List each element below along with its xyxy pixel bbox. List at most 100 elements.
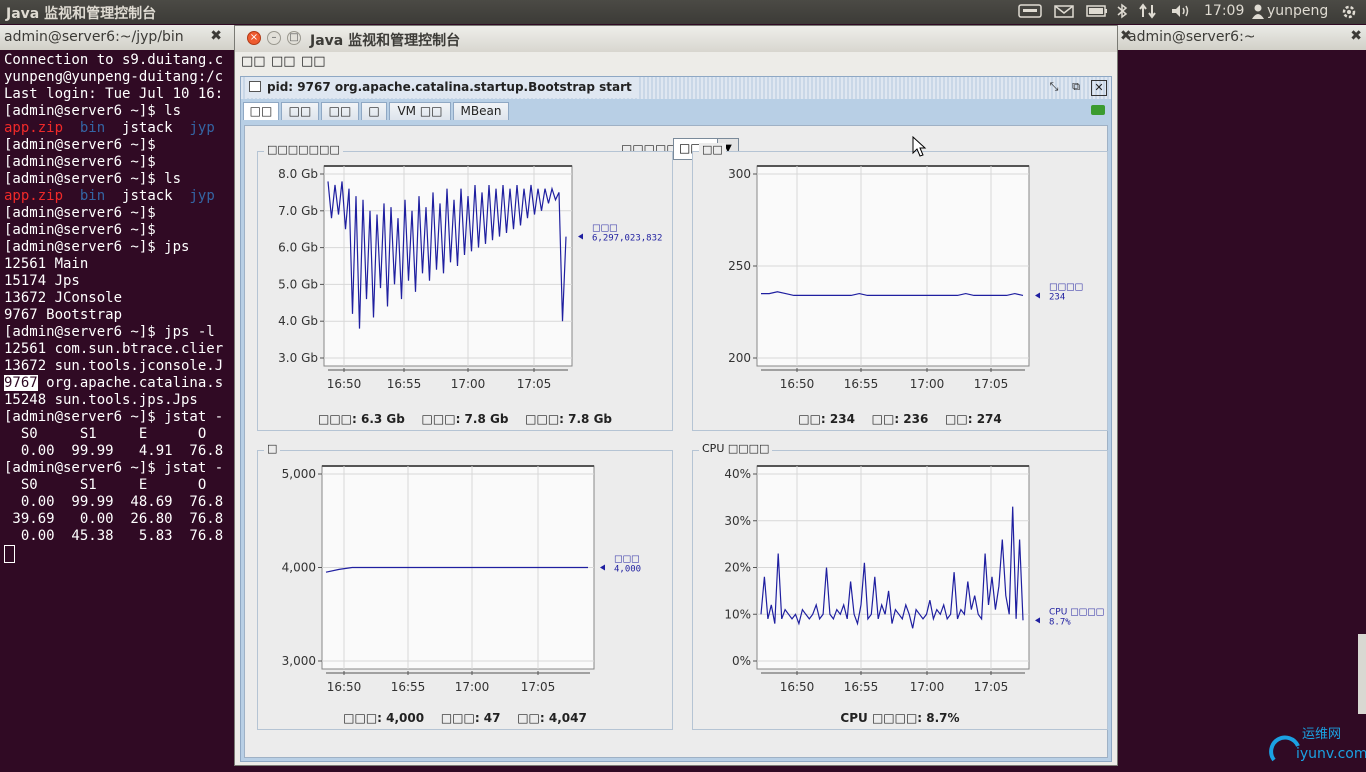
mouse-pointer-icon: [912, 136, 927, 157]
legend-value: 6,297,023,832: [592, 234, 662, 244]
network-icon[interactable]: [1138, 3, 1158, 23]
terminal-line: [admin@server6 ~]$ ls: [4, 103, 182, 119]
x-tick-label: 17:00: [455, 680, 490, 694]
clock[interactable]: 17:09: [1204, 3, 1244, 19]
terminal-tab-title[interactable]: admin@server6:~: [1128, 29, 1256, 45]
tab-vm-summary[interactable]: VM □□: [389, 102, 451, 120]
x-tick-label: 17:05: [974, 680, 1009, 694]
watermark-logo: 运维网 iyunv.com: [1262, 720, 1366, 768]
tab-mbean[interactable]: MBean: [453, 102, 509, 120]
chart-panel[interactable]: □□□□□□□ 8.0 Gb 7.0 Gb 6.0 Gb 5.0 Gb 4.0 Gb 3.0…: [257, 143, 673, 431]
mail-icon[interactable]: [1054, 3, 1074, 23]
close-button[interactable]: ×: [247, 31, 261, 45]
close-icon[interactable]: ✖: [1120, 28, 1132, 44]
chart-svg: 40% 30% 20% 10% 0% 16:50 16:55 17:00 17:05 CPU □□…: [724, 465, 1104, 694]
legend-name: □□□: [614, 555, 640, 565]
terminal-line: 12561 com.sun.btrace.clier: [4, 341, 224, 357]
terminal-right[interactable]: admin@server6:~ ✖ ✖: [1118, 25, 1366, 768]
chart-panel[interactable]: CPU □□□□ 40% 30% 20% 10% 0% 16:50 16:55 17:00 17:…: [692, 442, 1108, 730]
legend-marker: [1035, 617, 1040, 624]
tab-threads[interactable]: □□: [321, 102, 359, 120]
svg-text:iyunv.com: iyunv.com: [1296, 746, 1366, 762]
y-tick-label: 40%: [724, 467, 751, 481]
window-icon: [249, 81, 261, 92]
terminal-line: 0.00 99.99 4.91 76.8: [4, 443, 224, 459]
maximize-button[interactable]: □: [287, 31, 301, 45]
window-title: Java 监视和管理控制台: [310, 33, 461, 49]
chart-panel[interactable]: □ 5,000 4,000 3,000 16:50 16:55 17:00 17:05 □□□ 4…: [257, 442, 673, 730]
connection-frame: pid: 9767 org.apache.catalina.startup.Bo…: [240, 76, 1112, 762]
user-icon[interactable]: [1252, 3, 1264, 23]
connection-title-bar[interactable]: pid: 9767 org.apache.catalina.startup.Bo…: [241, 77, 1111, 99]
x-tick-label: 17:00: [910, 680, 945, 694]
y-tick-label: 8.0 Gb: [278, 167, 318, 181]
terminal-line: 0.00 99.99 48.69 76.8: [4, 494, 224, 510]
svg-text:运维网: 运维网: [1302, 727, 1341, 742]
terminal-line: app.zip bin jstack jyp: [4, 120, 215, 136]
terminal-tab-bar: admin@server6:~/jyp/bin ✖: [0, 25, 234, 50]
terminal-line: [admin@server6 ~]$ jps: [4, 239, 190, 255]
y-tick-label: 250: [728, 259, 751, 273]
x-tick-label: 16:50: [780, 680, 815, 694]
terminal-line: [admin@server6 ~]$ ls: [4, 171, 182, 187]
tab-memory[interactable]: □□: [281, 102, 319, 120]
battery-icon[interactable]: [1086, 3, 1108, 23]
menu-item[interactable]: □□: [241, 54, 266, 69]
terminal-tab-title[interactable]: admin@server6:~/jyp/bin: [4, 29, 184, 45]
terminal-line: [admin@server6 ~]$: [4, 154, 156, 170]
terminal-line: app.zip bin jstack jyp: [4, 188, 215, 204]
terminal-line: Connection to s9.duitang.c: [4, 52, 224, 68]
y-tick-label: 0%: [732, 654, 751, 668]
terminal-line: 12561 Main: [4, 256, 89, 272]
menu-item[interactable]: □□: [271, 54, 296, 69]
terminal-line: 9767 org.apache.catalina.s: [4, 375, 224, 391]
menu-item[interactable]: □□: [301, 54, 326, 69]
chart-svg: 300 250 200 16:50 16:55 17:00 17:05 □□□□234: [728, 165, 1083, 391]
x-tick-label: 16:55: [844, 680, 879, 694]
keyboard-icon[interactable]: [1018, 3, 1042, 23]
chart-footer: CPU □□□□: 8.7%: [840, 711, 960, 725]
legend-name: □□□: [592, 224, 618, 234]
legend-marker: [1035, 292, 1040, 299]
overview-panel: □□□□□ □□ ▼ □□□□□□□ 8.0 Gb 7.0 Gb 6.0 Gb 5.0 …: [244, 125, 1108, 758]
x-tick-label: 16:55: [391, 680, 426, 694]
y-tick-label: 3,000: [282, 654, 316, 668]
volume-icon[interactable]: [1170, 3, 1192, 23]
y-tick-label: 5.0 Gb: [278, 277, 318, 291]
close-icon[interactable]: ✖: [1350, 28, 1362, 44]
tab-overview[interactable]: □□: [243, 102, 279, 120]
terminal-line: 15248 sun.tools.jps.Jps: [4, 392, 198, 408]
user-name[interactable]: yunpeng: [1267, 3, 1328, 19]
terminal-line: 39.69 0.00 26.80 76.8: [4, 511, 224, 527]
bluetooth-icon[interactable]: [1116, 3, 1128, 23]
scrollbar[interactable]: [1358, 634, 1366, 714]
window-title-bar[interactable]: × – □ Java 监视和管理控制台: [235, 26, 1117, 52]
close-icon[interactable]: ✖: [210, 28, 222, 44]
terminal-tab-bar-right: admin@server6:~ ✖ ✖: [1118, 25, 1366, 50]
terminal-line: [admin@server6 ~]$: [4, 205, 156, 221]
maximize-icon[interactable]: ⧉: [1069, 80, 1083, 94]
legend-value: 234: [1049, 292, 1065, 302]
restore-icon[interactable]: ⤡: [1047, 80, 1061, 94]
chart-svg: 5,0004,0003,00016:50 16:55 17:00 17:05□□□4,…: [282, 465, 641, 694]
tab-classes[interactable]: □: [361, 102, 387, 120]
menu-bar: □□ □□ □□: [235, 52, 1117, 72]
x-tick-label: 17:05: [517, 377, 552, 391]
terminal-line: 15174 Jps: [4, 273, 80, 289]
x-tick-label: 17:05: [974, 377, 1009, 391]
x-tick-label: 16:50: [780, 377, 815, 391]
close-icon[interactable]: ✕: [1091, 80, 1107, 96]
x-tick-label: 17:00: [451, 377, 486, 391]
chart-panel[interactable]: □□ 300 250 200 16:50 16:55 17:00 17:05 □□□□ 234 □□…: [692, 143, 1108, 431]
cursor-icon: [4, 545, 15, 563]
gear-icon[interactable]: [1340, 3, 1358, 25]
terminal-line: yunpeng@yunpeng-duitang:/c: [4, 69, 224, 85]
terminal-line: [admin@server6 ~]$: [4, 222, 156, 238]
x-tick-label: 16:55: [844, 377, 879, 391]
y-tick-label: 5,000: [282, 467, 316, 481]
y-tick-label: 7.0 Gb: [278, 204, 318, 218]
minimize-button[interactable]: –: [267, 31, 281, 45]
terminal-left[interactable]: admin@server6:~/jyp/bin ✖ Connection to …: [0, 25, 234, 768]
terminal-line: [admin@server6 ~]$ jps -l: [4, 324, 215, 340]
x-tick-label: 17:05: [521, 680, 556, 694]
